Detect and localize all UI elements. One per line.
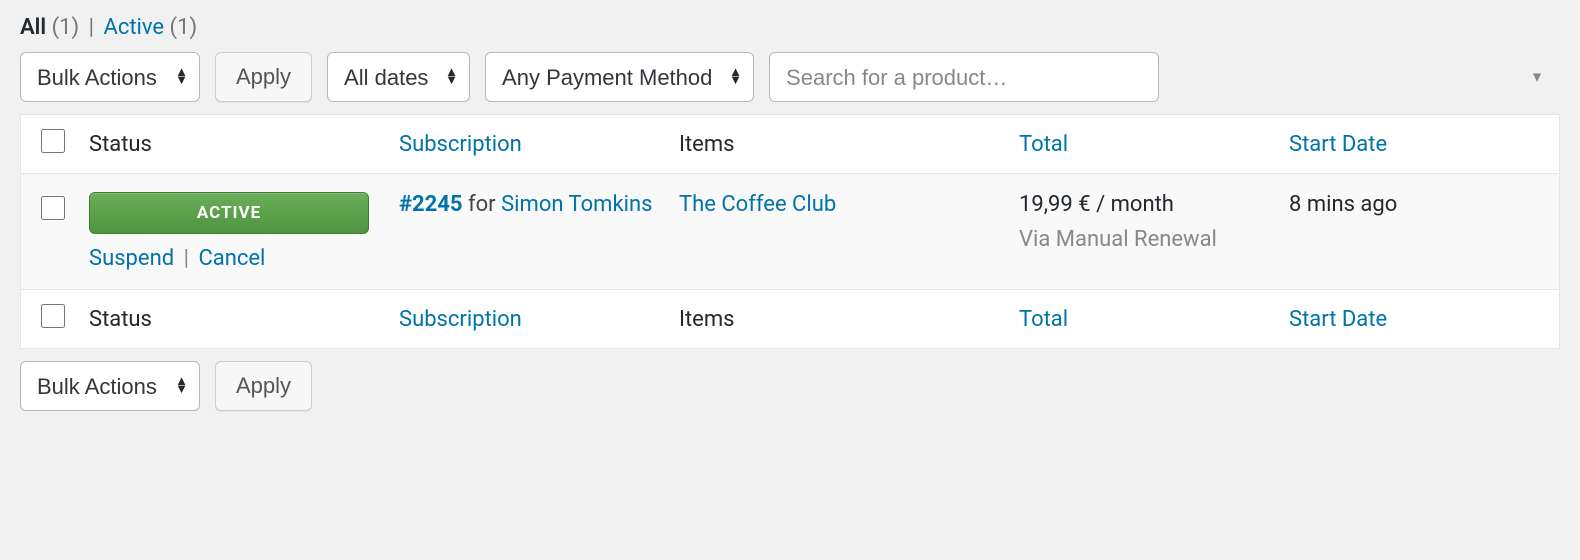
payment-filter-wrap: Any Payment Method ▲▼ [485,52,754,102]
col-items-footer: Items [667,290,1007,349]
filter-separator: | [89,15,94,40]
filter-all-label: All [20,15,46,40]
col-start-header[interactable]: Start Date [1277,115,1560,174]
apply-button[interactable]: Apply [215,52,312,102]
subscription-cell: #2245 for Simon Tomkins [387,174,667,290]
row-checkbox-cell [21,174,78,290]
select-all-checkbox[interactable] [41,129,65,153]
chevron-down-icon: ▼ [1530,69,1544,86]
for-text: for [463,192,502,217]
col-start-footer[interactable]: Start Date [1277,290,1560,349]
renewal-note: Via Manual Renewal [1019,225,1265,256]
total-cell: 19,99 € / month Via Manual Renewal [1007,174,1277,290]
top-table-nav: Bulk Actions ▲▼ Apply All dates ▲▼ Any P… [20,52,1560,102]
subscription-id-link[interactable]: #2245 [399,192,463,217]
select-all-header [21,115,78,174]
suspend-link[interactable]: Suspend [89,246,174,271]
start-date-text: 8 mins ago [1289,192,1397,217]
table-row: ACTIVE Suspend | Cancel #2245 for Simon … [21,174,1560,290]
date-filter-select[interactable]: All dates [327,52,470,102]
bulk-actions-wrap: Bulk Actions ▲▼ [20,52,200,102]
col-status-header: Status [77,115,387,174]
items-cell: The Coffee Club [667,174,1007,290]
item-link[interactable]: The Coffee Club [679,192,836,217]
product-search-select[interactable]: Search for a product… [769,52,1159,102]
status-cell: ACTIVE Suspend | Cancel [77,174,387,290]
filter-active-label: Active [103,15,164,40]
table-header-row: Status Subscription Items Total Start Da… [21,115,1560,174]
select-all-checkbox-bottom[interactable] [41,304,65,328]
row-checkbox[interactable] [41,196,65,220]
subscriptions-table: Status Subscription Items Total Start Da… [20,114,1560,349]
start-date-cell: 8 mins ago [1277,174,1560,290]
bulk-actions-select-bottom[interactable]: Bulk Actions [20,361,200,411]
row-actions: Suspend | Cancel [89,246,375,271]
col-total-header[interactable]: Total [1007,115,1277,174]
bulk-actions-select[interactable]: Bulk Actions [20,52,200,102]
filter-active-count: (1) [170,15,198,40]
total-text: 19,99 € / month [1019,192,1265,217]
select-all-footer [21,290,78,349]
filter-all-link[interactable]: All (1) [20,15,79,40]
customer-link[interactable]: Simon Tomkins [501,192,652,217]
payment-filter-select[interactable]: Any Payment Method [485,52,754,102]
col-subscription-footer[interactable]: Subscription [387,290,667,349]
product-search-wrap: Search for a product… ▼ [769,52,1560,102]
filter-active-link[interactable]: Active (1) [103,15,197,40]
col-subscription-header[interactable]: Subscription [387,115,667,174]
status-filter-tabs: All (1) | Active (1) [20,15,1560,40]
filter-all-count: (1) [52,15,80,40]
bottom-table-nav: Bulk Actions ▲▼ Apply [20,361,1560,411]
table-footer-row: Status Subscription Items Total Start Da… [21,290,1560,349]
status-badge: ACTIVE [89,192,369,234]
cancel-link[interactable]: Cancel [198,246,265,271]
bulk-actions-wrap-bottom: Bulk Actions ▲▼ [20,361,200,411]
apply-button-bottom[interactable]: Apply [215,361,312,411]
col-status-footer: Status [77,290,387,349]
date-filter-wrap: All dates ▲▼ [327,52,470,102]
action-separator: | [184,246,189,271]
col-items-header: Items [667,115,1007,174]
col-total-footer[interactable]: Total [1007,290,1277,349]
